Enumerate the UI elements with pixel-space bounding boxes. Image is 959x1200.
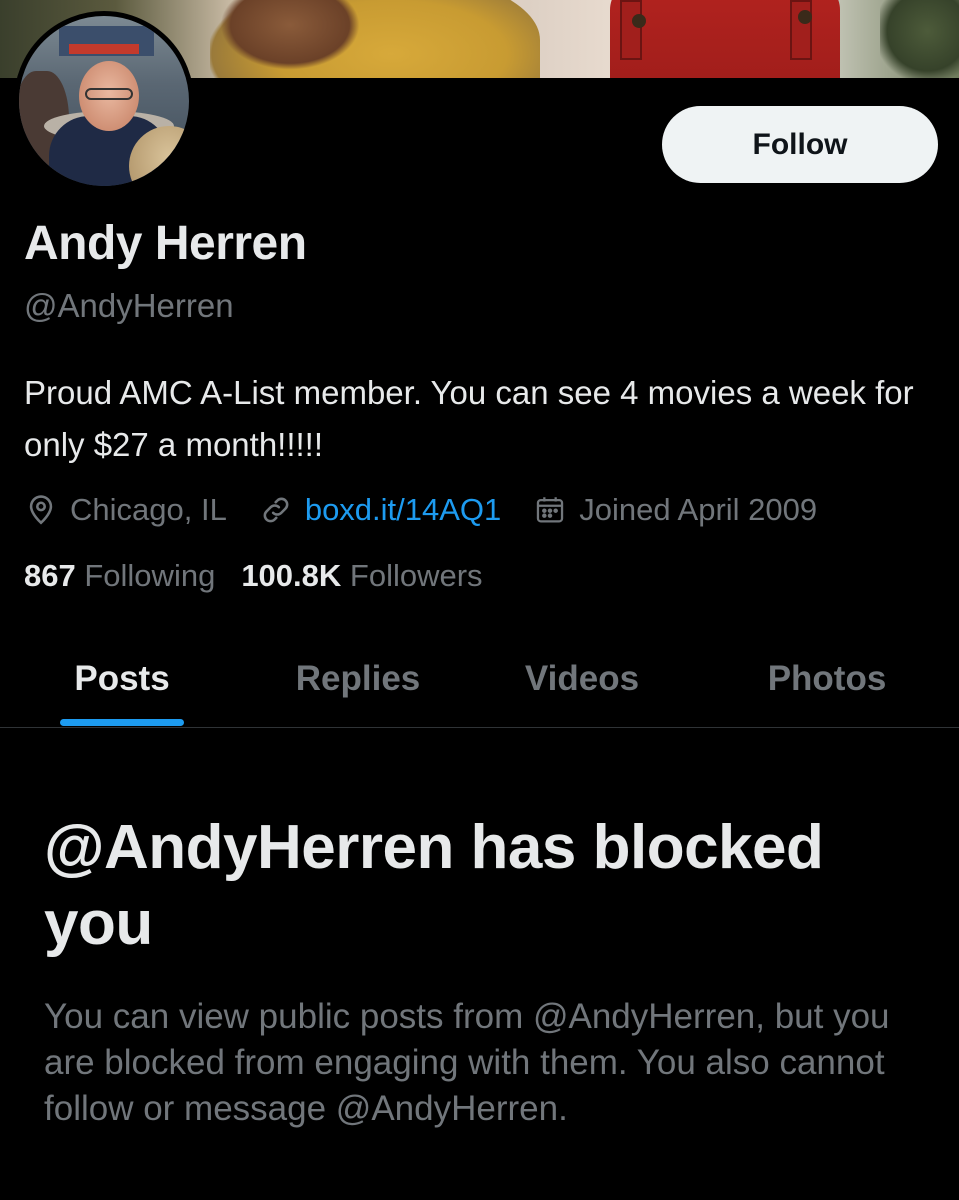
avatar-sign-stripe <box>69 44 139 54</box>
followers-count: 100.8K <box>241 558 342 593</box>
blocked-description: You can view public posts from @AndyHerr… <box>44 997 890 1128</box>
banner-foliage <box>880 0 959 78</box>
joined-text: Joined April 2009 <box>579 492 818 527</box>
avatar-glasses <box>85 88 133 100</box>
following-count: 867 <box>24 558 76 593</box>
calendar-icon <box>537 497 564 523</box>
banner-strap <box>790 0 812 60</box>
website-link[interactable]: boxd.it/14AQ1 <box>305 492 501 528</box>
profile-meta: Chicago, IL boxd.it/14AQ1 Joined April 2… <box>24 486 817 534</box>
location-text: Chicago, IL <box>70 492 227 527</box>
link-icon <box>263 497 289 523</box>
profile-tabs: Posts Replies Videos Photos <box>0 630 959 728</box>
profile-joined: Joined April 2009 <box>533 492 817 528</box>
banner-button <box>798 10 812 24</box>
tab-videos[interactable]: Videos <box>510 630 654 728</box>
follow-button[interactable]: Follow <box>662 106 938 183</box>
following-label: Following <box>84 558 216 593</box>
profile-stats: 867 Following 100.8K Followers <box>24 558 509 594</box>
active-tab-indicator <box>60 719 184 726</box>
following-stat[interactable]: 867 Following <box>24 558 215 594</box>
tab-photos[interactable]: Photos <box>752 630 902 728</box>
followers-label: Followers <box>349 558 483 593</box>
profile-website[interactable]: boxd.it/14AQ1 <box>259 492 501 528</box>
profile-name: Andy Herren <box>24 217 307 270</box>
followers-stat[interactable]: 100.8K Followers <box>241 558 482 594</box>
profile-handle: @AndyHerren <box>24 287 234 324</box>
avatar[interactable] <box>14 11 194 191</box>
location-pin-icon <box>29 495 53 525</box>
blocked-title: @AndyHerren has blocked you <box>44 813 824 958</box>
banner-button <box>632 14 646 28</box>
banner-strap <box>620 0 642 60</box>
tab-posts[interactable]: Posts <box>60 630 184 728</box>
tab-replies[interactable]: Replies <box>280 630 436 728</box>
profile-bio: Proud AMC A-List member. You can see 4 m… <box>24 374 914 463</box>
profile-location: Chicago, IL <box>24 492 227 528</box>
